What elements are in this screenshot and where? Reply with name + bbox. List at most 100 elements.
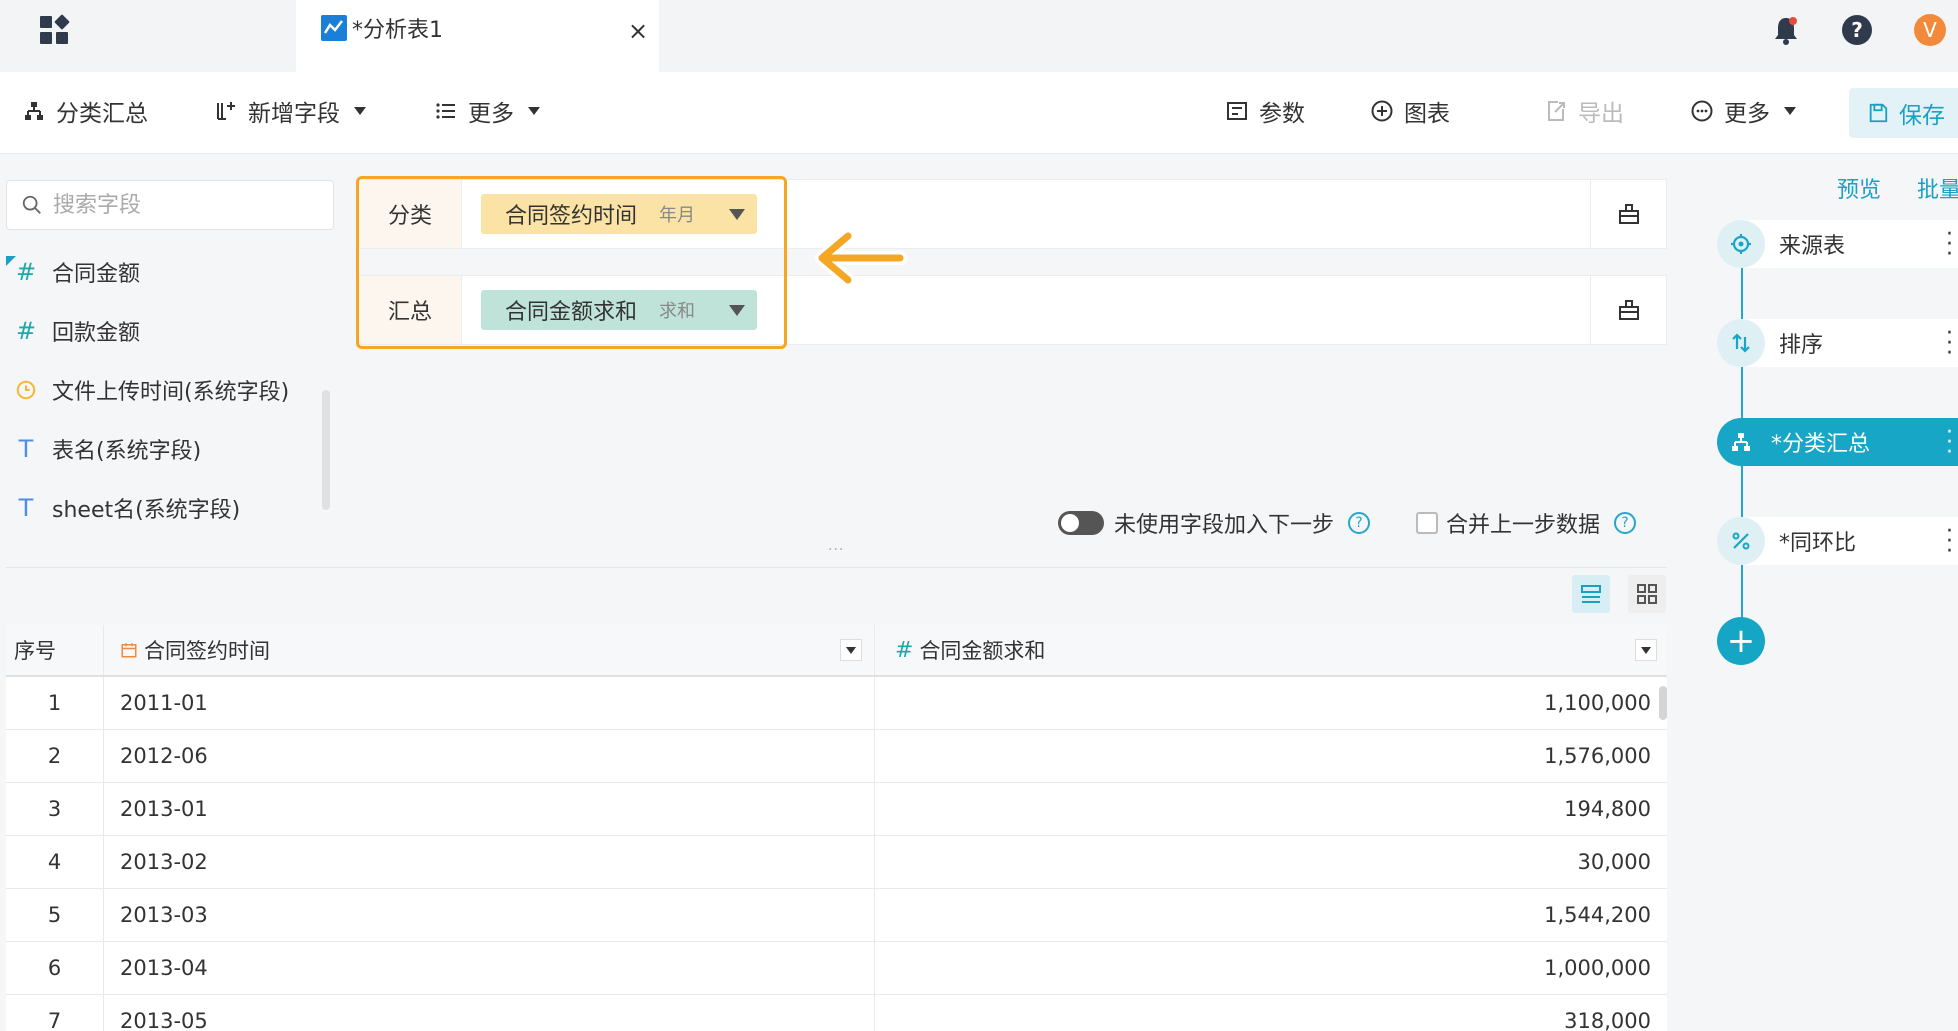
caret-down-icon[interactable]	[729, 305, 745, 316]
top-tab-bar	[0, 0, 1958, 72]
grid-view-toggle[interactable]	[1628, 575, 1666, 613]
summary-row-action[interactable]	[1590, 276, 1666, 344]
svg-text:?: ?	[1851, 18, 1863, 42]
cell-date: 2013-03	[104, 889, 875, 941]
help-circle-icon[interactable]: ?	[1614, 512, 1637, 534]
table-row[interactable]: 4 2013-02 30,000	[6, 836, 1667, 889]
number-field-icon: #	[895, 637, 914, 663]
unused-fields-toggle-wrap: 未使用字段加入下一步 ?	[1058, 505, 1371, 541]
search-icon	[21, 194, 43, 216]
search-input[interactable]	[53, 192, 323, 218]
help-icon[interactable]: ?	[1841, 14, 1873, 46]
cell-amount: 318,000	[1564, 1009, 1651, 1031]
list-view-toggle[interactable]	[1572, 575, 1610, 613]
params-icon	[1225, 99, 1249, 123]
app-grid-icon[interactable]	[38, 14, 70, 46]
more-circle-icon	[1690, 99, 1714, 123]
cell-date: 2011-01	[104, 677, 875, 729]
field-label: 表名(系统字段)	[52, 439, 202, 464]
help-circle-icon[interactable]: ?	[1348, 512, 1371, 534]
unused-fields-toggle[interactable]	[1058, 511, 1104, 535]
more-vertical-icon[interactable]: · · ·	[1946, 521, 1953, 563]
add-field-label: 新增字段	[248, 101, 340, 127]
cell-date: 2013-04	[104, 942, 875, 994]
cell-amount: 194,800	[1564, 797, 1651, 821]
field-item-upload-time[interactable]: 文件上传时间(系统字段)	[12, 370, 289, 410]
tab-title-wrap[interactable]: *分析表1	[320, 12, 443, 44]
cell-index: 1	[6, 677, 104, 729]
unused-fields-label: 未使用字段加入下一步	[1114, 513, 1335, 538]
save-button[interactable]: 保存	[1849, 88, 1958, 138]
col-header-label: 合同金额求和	[919, 639, 1046, 663]
field-label: 合同金额	[52, 262, 141, 287]
caret-down-icon[interactable]	[729, 209, 745, 220]
table-row[interactable]: 7 2013-05 318,000	[6, 995, 1667, 1031]
more-vertical-icon[interactable]: · · ·	[1946, 224, 1953, 266]
field-label: 文件上传时间(系统字段)	[52, 380, 290, 405]
step-bar	[1741, 319, 1958, 367]
clear-field-icon	[1617, 202, 1641, 226]
column-menu-icon[interactable]	[840, 639, 862, 661]
field-search-box[interactable]	[6, 180, 334, 230]
resize-handle[interactable]: ···	[828, 542, 844, 558]
table-row[interactable]: 2 2012-06 1,576,000	[6, 730, 1667, 783]
group-row-action[interactable]	[1590, 180, 1666, 248]
field-label: sheet名(系统字段)	[52, 498, 241, 523]
column-menu-icon[interactable]	[1635, 639, 1657, 661]
add-field-button[interactable]: 新增字段	[214, 93, 366, 129]
step-yoy[interactable]: *同环比 · · ·	[1717, 517, 1958, 565]
table-scrollbar[interactable]	[1659, 686, 1667, 720]
list-view-icon	[1579, 582, 1603, 606]
params-button[interactable]: 参数	[1225, 93, 1305, 129]
summary-field-pill[interactable]: 合同金额求和 求和	[481, 290, 757, 330]
number-field-icon: #	[15, 317, 37, 345]
field-item-contract-amount[interactable]: # 合同金额	[6, 252, 141, 292]
user-avatar[interactable]: V	[1914, 14, 1946, 46]
notification-bell-icon[interactable]	[1770, 14, 1802, 46]
merge-prev-checkbox[interactable]	[1416, 512, 1438, 534]
col-header-amount-sum[interactable]: # 合同金额求和	[875, 625, 1667, 675]
export-button[interactable]: 导出	[1544, 93, 1624, 129]
step-sort[interactable]: 排序 · · ·	[1717, 319, 1958, 367]
cell-index: 6	[6, 942, 104, 994]
cell-amount: 1,100,000	[1544, 691, 1651, 715]
pipeline-panel	[1691, 154, 1958, 1031]
more-menu-right[interactable]: 更多	[1690, 93, 1796, 129]
field-list-scrollbar[interactable]	[322, 390, 330, 510]
table-row[interactable]: 3 2013-01 194,800	[6, 783, 1667, 836]
field-item-table-name[interactable]: T 表名(系统字段)	[12, 429, 202, 469]
summary-field-name: 合同金额求和	[505, 300, 638, 325]
group-summary-label: 分类汇总	[56, 101, 148, 127]
chevron-down-icon	[1784, 107, 1796, 115]
source-target-icon	[1717, 220, 1765, 268]
summary-row-label: 汇总	[359, 276, 462, 344]
number-field-icon: #	[6, 256, 40, 286]
more-left-label: 更多	[468, 101, 514, 127]
table-row[interactable]: 5 2013-03 1,544,200	[6, 889, 1667, 942]
field-item-sheet-name[interactable]: T sheet名(系统字段)	[12, 488, 241, 528]
preview-link[interactable]: 预览	[1837, 172, 1881, 204]
table-row[interactable]: 1 2011-01 1,100,000	[6, 677, 1667, 730]
step-group-summary[interactable]: *分类汇总 · · ·	[1717, 418, 1958, 466]
more-vertical-icon[interactable]: · · ·	[1946, 323, 1953, 365]
batch-link[interactable]: 批量	[1917, 172, 1958, 204]
add-step-button[interactable]: +	[1717, 617, 1765, 665]
col-header-contract-date[interactable]: 合同签约时间	[104, 625, 875, 675]
step-label: *同环比	[1779, 531, 1857, 556]
group-summary-button[interactable]: 分类汇总	[22, 93, 148, 129]
group-field-pill[interactable]: 合同签约时间 年月	[481, 194, 757, 234]
cell-amount: 30,000	[1577, 850, 1651, 874]
cell-amount: 1,576,000	[1544, 744, 1651, 768]
save-icon	[1867, 102, 1889, 124]
more-vertical-icon[interactable]: · · ·	[1946, 422, 1953, 464]
tab-close-icon[interactable]: ×	[628, 17, 648, 45]
field-item-payment-amount[interactable]: # 回款金额	[12, 311, 140, 351]
add-column-icon	[214, 99, 238, 123]
chart-button[interactable]: 图表	[1370, 93, 1450, 129]
merge-prev-wrap: 合并上一步数据 ?	[1416, 505, 1637, 541]
table-row[interactable]: 6 2013-04 1,000,000	[6, 942, 1667, 995]
export-icon	[1544, 99, 1568, 123]
step-source-table[interactable]: 来源表 · · ·	[1717, 220, 1958, 268]
more-menu-left[interactable]: 更多	[434, 93, 540, 129]
chevron-down-icon	[528, 107, 540, 115]
